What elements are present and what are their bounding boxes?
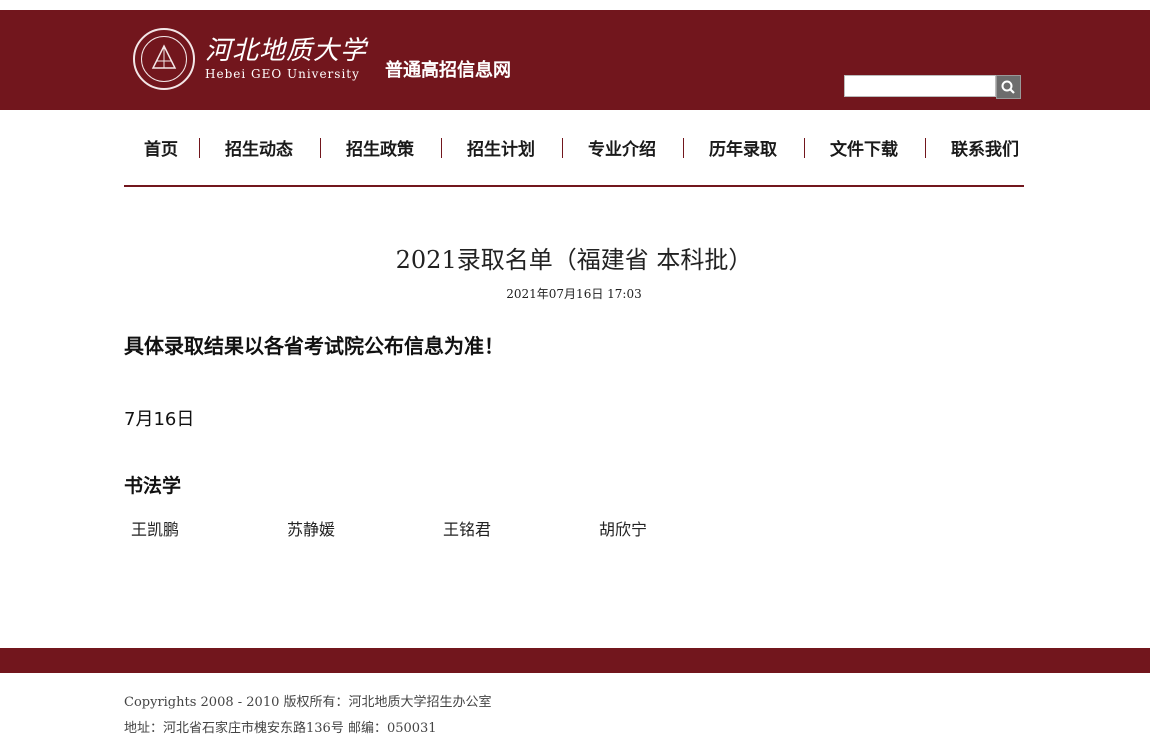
search-input[interactable] [844, 75, 996, 97]
nav-past-admissions[interactable]: 历年录取 [709, 135, 777, 160]
footer-address: 地址：河北省石家庄市槐安东路136号 邮编：050031 [124, 721, 437, 736]
nav-enrollment-plan[interactable]: 招生计划 [467, 135, 535, 160]
article-title: 2021录取名单（福建省 本科批） [395, 246, 753, 274]
article-date: 2021年07月16日 17:03 [506, 287, 642, 301]
student-name: 王凯鹏 [131, 520, 180, 539]
top-spacer [0, 0, 1150, 10]
nav-divider [804, 137, 805, 158]
search-button[interactable] [996, 75, 1021, 99]
logo-text: 河北地质大学 Hebei GEO University [205, 38, 367, 80]
footer-copyright: Copyrights 2008 - 2010 版权所有：河北地质大学招生办公室 [124, 695, 492, 710]
nav-divider [925, 137, 926, 158]
seal-emblem-icon [151, 44, 177, 69]
nav-contact[interactable]: 联系我们 [951, 135, 1019, 160]
notice-text: 具体录取结果以各省考试院公布信息为准！ [124, 334, 504, 358]
university-seal-logo [133, 28, 195, 90]
nav-admission-policy[interactable]: 招生政策 [346, 135, 414, 160]
nav-home[interactable]: 首页 [144, 135, 178, 160]
footer-band [0, 648, 1150, 673]
nav-divider [562, 137, 563, 158]
logo-english-name: Hebei GEO University [205, 67, 360, 81]
major-heading: 书法学 [124, 475, 182, 497]
site-header: 河北地质大学 Hebei GEO University 普通高招信息网 [0, 10, 1150, 110]
nav-majors[interactable]: 专业介绍 [588, 135, 656, 160]
nav-divider [320, 137, 321, 158]
site-footer: Copyrights 2008 - 2010 版权所有：河北地质大学招生办公室 … [124, 690, 492, 742]
main-nav: 首页 招生动态 招生政策 招生计划 专业介绍 历年录取 文件下载 联系我们 [124, 110, 1024, 187]
search-box [844, 75, 1021, 99]
admission-date: 7月16日 [124, 409, 195, 430]
nav-divider [199, 137, 200, 158]
student-name: 胡欣宁 [599, 520, 648, 539]
nav-downloads[interactable]: 文件下载 [830, 135, 898, 160]
student-name: 王铭君 [443, 520, 492, 539]
search-icon [1001, 80, 1015, 94]
site-name: 普通高招信息网 [385, 60, 512, 81]
student-list: 王凯鹏 苏静媛 王铭君 胡欣宁 [124, 516, 1024, 540]
nav-divider [683, 137, 684, 158]
nav-divider [441, 137, 442, 158]
nav-admission-news[interactable]: 招生动态 [225, 135, 293, 160]
brand[interactable]: 河北地质大学 Hebei GEO University 普通高招信息网 [133, 28, 511, 90]
logo-chinese-name: 河北地质大学 [205, 36, 368, 66]
article: 2021录取名单（福建省 本科批） 2021年07月16日 17:03 具体录取… [124, 240, 1024, 540]
student-name: 苏静媛 [287, 520, 336, 539]
